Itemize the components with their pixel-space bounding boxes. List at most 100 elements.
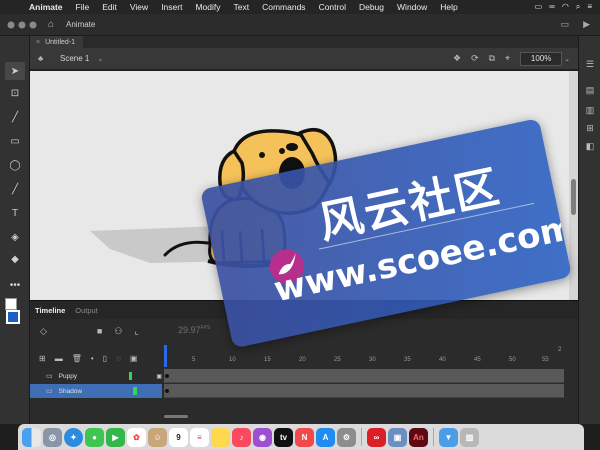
rectangle-tool-icon[interactable]: ▭ bbox=[5, 132, 25, 150]
layer-color-swatch[interactable] bbox=[132, 387, 137, 395]
layer-name[interactable]: Puppy bbox=[59, 373, 115, 380]
downloads-icon[interactable]: ▼ bbox=[439, 427, 458, 447]
free-transform-tool-icon[interactable]: ⊡ bbox=[5, 84, 25, 102]
zoom-chevron-icon[interactable]: ⌄ bbox=[564, 55, 570, 63]
safari-icon[interactable]: ✦ bbox=[64, 427, 83, 447]
brush-tool-icon[interactable]: ╱ bbox=[5, 108, 25, 126]
menu-app[interactable]: Animate bbox=[22, 2, 69, 12]
color-icon[interactable]: ◧ bbox=[584, 140, 596, 152]
home-icon[interactable]: ⌂ bbox=[44, 19, 58, 30]
oval-tool-icon[interactable]: ◯ bbox=[5, 156, 25, 174]
minimize-window-button[interactable] bbox=[18, 21, 26, 29]
stage-rotate-icon[interactable]: ⟳ bbox=[471, 53, 479, 64]
frame-rate-display[interactable]: 29.97FPS bbox=[178, 325, 210, 335]
timeline-scrollbar[interactable] bbox=[164, 415, 188, 418]
assets-icon[interactable]: ▥ bbox=[584, 104, 596, 116]
fill-color-swatch[interactable] bbox=[6, 310, 20, 324]
close-tab-icon[interactable]: × bbox=[36, 39, 40, 46]
play-test-icon[interactable]: ▶ bbox=[583, 19, 590, 30]
stage-vertical-scrollbar[interactable] bbox=[569, 71, 578, 300]
document-tab[interactable]: × Untitled-1 bbox=[30, 36, 84, 48]
visibility-icon[interactable]: ◌ bbox=[116, 354, 121, 363]
menu-help[interactable]: Help bbox=[433, 2, 463, 12]
screen-record-icon[interactable]: ▭ bbox=[535, 2, 543, 12]
menu-insert[interactable]: Insert bbox=[154, 2, 188, 12]
workspace-icon[interactable]: ▭ bbox=[561, 19, 570, 30]
center-stage-icon[interactable]: ⌖ bbox=[505, 53, 510, 64]
graph-icon[interactable]: ⌞ bbox=[134, 326, 138, 337]
more-tools-icon[interactable]: ••• bbox=[5, 276, 25, 294]
keyframe[interactable] bbox=[165, 389, 169, 393]
wifi-icon[interactable]: ◠ bbox=[562, 2, 569, 12]
news-icon[interactable]: N bbox=[295, 427, 314, 447]
menu-file[interactable]: File bbox=[69, 2, 96, 12]
menu-debug[interactable]: Debug bbox=[352, 2, 390, 12]
menu-window[interactable]: Window bbox=[390, 2, 433, 12]
reminders-icon[interactable]: ≡ bbox=[190, 427, 209, 447]
frame-ruler[interactable]: 5 10 15 20 25 30 35 40 45 50 55 2 bbox=[162, 347, 564, 367]
photos-icon[interactable]: ✿ bbox=[127, 427, 146, 447]
paint-bucket-tool-icon[interactable]: ◈ bbox=[5, 228, 25, 246]
layers-icon[interactable]: ◇ bbox=[40, 326, 47, 337]
outline-icon[interactable]: ▯ bbox=[103, 354, 107, 363]
new-folder-icon[interactable]: ▬ bbox=[55, 354, 63, 363]
menu-edit[interactable]: Edit bbox=[95, 2, 123, 12]
frames-row-shadow[interactable] bbox=[164, 384, 564, 398]
menu-commands[interactable]: Commands bbox=[255, 2, 311, 12]
library-icon[interactable]: ▤ bbox=[584, 84, 596, 96]
delete-layer-icon[interactable]: 🗑 bbox=[72, 354, 82, 363]
system-preferences-icon[interactable]: ⚙ bbox=[337, 427, 356, 447]
camera-icon[interactable]: ■ bbox=[97, 326, 102, 336]
menu-text[interactable]: Text bbox=[227, 2, 256, 12]
podcasts-icon[interactable]: ◉ bbox=[253, 427, 272, 447]
zoom-field[interactable]: 100% bbox=[520, 51, 563, 66]
scene-name[interactable]: Scene 1 bbox=[60, 54, 89, 63]
edit-symbols-icon[interactable]: ❖ bbox=[453, 53, 461, 64]
facetime-icon[interactable]: ▶ bbox=[106, 427, 125, 447]
layer-name[interactable]: Shadow bbox=[59, 388, 119, 395]
animate-icon[interactable]: An bbox=[409, 427, 428, 447]
layer-row-puppy[interactable]: ▭ Puppy ▣ bbox=[30, 369, 162, 383]
calendar-icon[interactable]: 9 bbox=[169, 427, 188, 447]
align-icon[interactable]: ⊞ bbox=[584, 122, 596, 134]
line-tool-icon[interactable]: ╱ bbox=[5, 180, 25, 198]
creative-cloud-icon[interactable]: ∞ bbox=[367, 427, 386, 447]
playhead[interactable] bbox=[164, 345, 167, 367]
messages-icon[interactable]: ● bbox=[85, 427, 104, 447]
music-icon[interactable]: ♪ bbox=[232, 427, 251, 447]
zoom-window-button[interactable] bbox=[29, 21, 37, 29]
frames-row-puppy[interactable] bbox=[164, 369, 564, 383]
layer-parenting-icon[interactable]: ⚇ bbox=[114, 326, 122, 337]
layer-color-swatch[interactable] bbox=[128, 372, 133, 380]
scene-icon[interactable]: ♣ bbox=[38, 54, 50, 63]
layer-row-shadow[interactable]: ▭ Shadow bbox=[30, 384, 162, 398]
finder-icon[interactable] bbox=[22, 427, 41, 447]
preview-icon[interactable]: ▣ bbox=[388, 427, 407, 447]
creative-cloud-status-icon[interactable]: ∞ bbox=[549, 2, 555, 12]
selection-tool-icon[interactable]: ➤ bbox=[5, 62, 25, 80]
add-layer-icon[interactable]: ⊞ bbox=[39, 354, 46, 363]
layer-lock-icon[interactable]: ▣ bbox=[156, 373, 162, 380]
text-tool-icon[interactable]: T bbox=[5, 204, 25, 222]
clip-content-icon[interactable]: ⧉ bbox=[489, 53, 495, 64]
chevron-down-icon[interactable]: ⌄ bbox=[97, 55, 103, 63]
menu-view[interactable]: View bbox=[123, 2, 154, 12]
trash-icon[interactable]: ▥ bbox=[460, 427, 479, 447]
properties-icon[interactable]: ☰ bbox=[584, 58, 596, 70]
launchpad-icon[interactable]: ◎ bbox=[43, 427, 62, 447]
menu-modify[interactable]: Modify bbox=[188, 2, 226, 12]
stroke-color-swatch[interactable] bbox=[5, 298, 17, 310]
keyframe[interactable] bbox=[165, 374, 169, 378]
search-icon[interactable]: ⌕ bbox=[576, 2, 580, 12]
contacts-icon[interactable]: ☺ bbox=[148, 427, 167, 447]
tab-output[interactable]: Output bbox=[70, 306, 103, 315]
menu-control[interactable]: Control bbox=[312, 2, 352, 12]
scroll-thumb[interactable] bbox=[571, 179, 576, 215]
close-window-button[interactable] bbox=[7, 21, 15, 29]
eraser-tool-icon[interactable]: ◆ bbox=[5, 250, 25, 268]
highlight-dot-icon[interactable]: • bbox=[91, 354, 94, 363]
control-center-icon[interactable]: ≡ bbox=[587, 2, 592, 12]
tv-icon[interactable]: tv bbox=[274, 427, 293, 447]
app-store-icon[interactable]: A bbox=[316, 427, 335, 447]
tab-timeline[interactable]: Timeline bbox=[30, 306, 70, 315]
